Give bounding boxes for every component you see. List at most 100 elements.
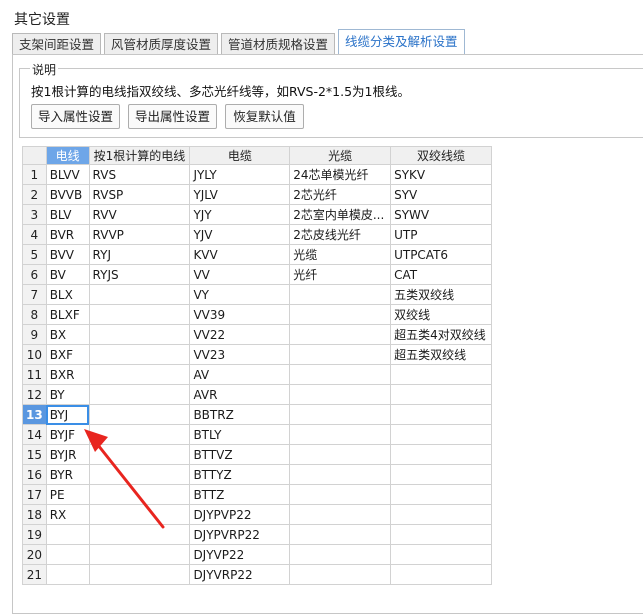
grid-cell[interactable]: 超五类双绞线 [390, 344, 492, 365]
grid-cell[interactable] [289, 484, 392, 505]
grid-cell[interactable] [88, 484, 191, 505]
grid-cell[interactable]: RX [45, 504, 90, 525]
grid-cell[interactable]: BY [45, 384, 90, 405]
grid-cell[interactable] [390, 544, 492, 565]
grid-cell[interactable]: RVSP [88, 184, 191, 205]
grid-cell[interactable]: KVV [189, 244, 291, 265]
grid-cell[interactable]: AVR [189, 384, 291, 405]
grid-cell[interactable]: CAT [390, 264, 492, 285]
row-header[interactable]: 16 [22, 464, 47, 485]
grid-cell[interactable]: BLV [45, 204, 90, 225]
grid-cell[interactable] [289, 364, 392, 385]
column-header-wire[interactable]: 电线 [45, 146, 90, 165]
grid-cell[interactable]: UTP [390, 224, 492, 245]
row-header[interactable]: 12 [22, 384, 47, 405]
row-header[interactable]: 19 [22, 524, 47, 545]
grid-cell[interactable]: BYJ [45, 404, 90, 425]
grid-cell[interactable] [390, 524, 492, 545]
grid-cell[interactable]: RYJS [88, 264, 191, 285]
grid-cell[interactable] [390, 564, 492, 585]
grid-cell[interactable] [289, 324, 392, 345]
grid-cell[interactable] [289, 404, 392, 425]
grid-cell[interactable] [289, 304, 392, 325]
grid-cell[interactable] [390, 424, 492, 445]
grid-cell[interactable]: BXF [45, 344, 90, 365]
grid-cell[interactable] [88, 444, 191, 465]
export-settings-button[interactable]: 导出属性设置 [128, 104, 217, 129]
grid-cell[interactable]: UTPCAT6 [390, 244, 492, 265]
grid-cell[interactable]: RVV [88, 204, 191, 225]
tab-pipe-material-spec[interactable]: 管道材质规格设置 [221, 33, 336, 54]
grid-cell[interactable] [289, 344, 392, 365]
grid-cell[interactable]: 2芯皮线光纤 [289, 224, 392, 245]
import-settings-button[interactable]: 导入属性设置 [31, 104, 120, 129]
grid-corner-cell[interactable] [22, 146, 47, 165]
grid-cell[interactable] [88, 304, 191, 325]
row-header[interactable]: 1 [22, 164, 47, 185]
grid-cell[interactable] [88, 324, 191, 345]
grid-cell[interactable]: BLX [45, 284, 90, 305]
grid-cell[interactable] [289, 424, 392, 445]
tab-duct-material-thickness[interactable]: 风管材质厚度设置 [104, 33, 219, 54]
row-header[interactable]: 5 [22, 244, 47, 265]
grid-cell[interactable]: SYV [390, 184, 492, 205]
tab-cable-classification[interactable]: 线缆分类及解析设置 [338, 29, 465, 54]
row-header[interactable]: 17 [22, 484, 47, 505]
reset-defaults-button[interactable]: 恢复默认值 [225, 104, 304, 129]
row-header[interactable]: 13 [22, 404, 47, 425]
row-header[interactable]: 10 [22, 344, 47, 365]
grid-cell[interactable]: VV [189, 264, 291, 285]
grid-cell[interactable]: BYJF [45, 424, 90, 445]
row-header[interactable]: 2 [22, 184, 47, 205]
grid-cell[interactable]: AV [189, 364, 291, 385]
grid-cell[interactable]: VV22 [189, 324, 291, 345]
row-header[interactable]: 14 [22, 424, 47, 445]
column-header-single-count-wire[interactable]: 按1根计算的电线 [88, 146, 191, 165]
grid-cell[interactable]: JYLY [189, 164, 291, 185]
grid-cell[interactable]: YJLV [189, 184, 291, 205]
grid-cell[interactable]: BVVB [45, 184, 90, 205]
row-header[interactable]: 6 [22, 264, 47, 285]
grid-cell[interactable]: RVS [88, 164, 191, 185]
column-header-twisted-pair[interactable]: 双绞线缆 [390, 146, 492, 165]
grid-cell[interactable]: BV [45, 264, 90, 285]
grid-cell[interactable]: 五类双绞线 [390, 284, 492, 305]
grid-cell[interactable]: RYJ [88, 244, 191, 265]
grid-cell[interactable]: BLXF [45, 304, 90, 325]
grid-cell[interactable]: BXR [45, 364, 90, 385]
grid-cell[interactable] [390, 384, 492, 405]
grid-cell[interactable] [45, 564, 90, 585]
grid-cell[interactable] [88, 404, 191, 425]
grid-cell[interactable]: BTTZ [189, 484, 291, 505]
grid-cell[interactable] [88, 364, 191, 385]
grid-cell[interactable] [390, 404, 492, 425]
tab-bracket-spacing[interactable]: 支架间距设置 [12, 33, 102, 54]
grid-cell[interactable] [390, 484, 492, 505]
grid-cell[interactable] [390, 364, 492, 385]
grid-cell[interactable]: BBTRZ [189, 404, 291, 425]
column-header-cable[interactable]: 电缆 [189, 146, 291, 165]
grid-cell[interactable] [88, 284, 191, 305]
grid-cell[interactable]: 2芯室内单模皮... [289, 204, 392, 225]
grid-cell[interactable]: BYJR [45, 444, 90, 465]
grid-cell[interactable]: SYKV [390, 164, 492, 185]
grid-cell[interactable]: 24芯单模光纤 [289, 164, 392, 185]
grid-cell[interactable] [289, 284, 392, 305]
grid-cell[interactable] [289, 444, 392, 465]
grid-cell[interactable]: BLVV [45, 164, 90, 185]
grid-cell[interactable] [289, 524, 392, 545]
row-header[interactable]: 3 [22, 204, 47, 225]
grid-cell[interactable]: YJY [189, 204, 291, 225]
row-header[interactable]: 4 [22, 224, 47, 245]
grid-cell[interactable] [390, 464, 492, 485]
column-header-optical-cable[interactable]: 光缆 [289, 146, 392, 165]
grid-cell[interactable] [45, 524, 90, 545]
grid-cell[interactable]: 光纤 [289, 264, 392, 285]
grid-cell[interactable]: 2芯光纤 [289, 184, 392, 205]
grid-cell[interactable]: DJYPVP22 [189, 504, 291, 525]
grid-cell[interactable]: VY [189, 284, 291, 305]
grid-cell[interactable] [88, 544, 191, 565]
grid-cell[interactable] [289, 564, 392, 585]
grid-cell[interactable]: DJYPVRP22 [189, 524, 291, 545]
grid-cell[interactable] [88, 524, 191, 545]
